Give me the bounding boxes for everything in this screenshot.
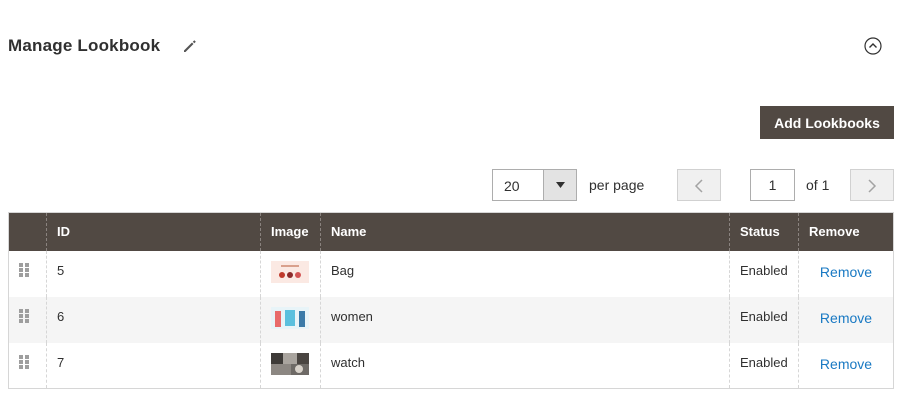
- chevron-left-icon: [694, 179, 703, 193]
- row-id: 5: [46, 250, 261, 297]
- drag-handle-icon: [19, 308, 29, 323]
- pencil-icon[interactable]: [182, 38, 198, 54]
- chevron-right-icon: [868, 179, 877, 193]
- per-page-label: per page: [589, 177, 645, 193]
- row-image: [260, 296, 321, 343]
- column-header-image[interactable]: Image: [260, 212, 321, 251]
- women-thumbnail: [271, 306, 309, 329]
- column-header-id[interactable]: ID: [46, 212, 261, 251]
- row-id: 7: [46, 342, 261, 389]
- table-row: 6 women Enabled Remove: [8, 296, 894, 343]
- drag-handle[interactable]: [8, 250, 47, 297]
- bag-thumbnail: [271, 260, 309, 283]
- drag-handle[interactable]: [8, 342, 47, 389]
- per-page-toggle[interactable]: [543, 170, 576, 200]
- drag-handle[interactable]: [8, 296, 47, 343]
- row-status: Enabled: [729, 296, 799, 343]
- remove-link[interactable]: Remove: [820, 310, 872, 326]
- row-name: women: [320, 296, 730, 343]
- column-header-name[interactable]: Name: [320, 212, 730, 251]
- drag-handle-icon: [19, 354, 29, 369]
- row-remove: Remove: [798, 250, 894, 297]
- previous-page-button[interactable]: [677, 169, 721, 201]
- page-title: Manage Lookbook: [8, 36, 161, 55]
- row-id: 6: [46, 296, 261, 343]
- column-header-remove: Remove: [798, 212, 894, 251]
- watch-thumbnail: [271, 352, 309, 375]
- row-name: watch: [320, 342, 730, 389]
- row-name: Bag: [320, 250, 730, 297]
- section-header: Manage Lookbook: [8, 30, 894, 62]
- table-header-row: ID Image Name Status Remove: [8, 212, 894, 251]
- table-row: 5 Bag Enabled Remove: [8, 250, 894, 297]
- remove-link[interactable]: Remove: [820, 264, 872, 280]
- caret-down-icon: [556, 182, 565, 188]
- drag-column-header: [8, 212, 47, 251]
- row-status: Enabled: [729, 342, 799, 389]
- next-page-button[interactable]: [850, 169, 894, 201]
- remove-link[interactable]: Remove: [820, 356, 872, 372]
- lookbook-table: ID Image Name Status Remove 5 Bag Enable…: [8, 212, 894, 389]
- add-lookbooks-button[interactable]: Add Lookbooks: [760, 106, 894, 139]
- page-number-input[interactable]: [750, 169, 795, 201]
- per-page-select[interactable]: 20: [492, 169, 577, 201]
- chevron-up-circle-icon[interactable]: [864, 37, 882, 55]
- per-page-value: 20: [504, 178, 520, 194]
- row-remove: Remove: [798, 342, 894, 389]
- drag-handle-icon: [19, 262, 29, 277]
- row-image: [260, 250, 321, 297]
- row-remove: Remove: [798, 296, 894, 343]
- page-count-label: of 1: [806, 177, 830, 193]
- pager: 20 per page of 1: [0, 169, 910, 201]
- row-image: [260, 342, 321, 389]
- column-header-status[interactable]: Status: [729, 212, 799, 251]
- table-row: 7 watch Enabled Remove: [8, 342, 894, 389]
- row-status: Enabled: [729, 250, 799, 297]
